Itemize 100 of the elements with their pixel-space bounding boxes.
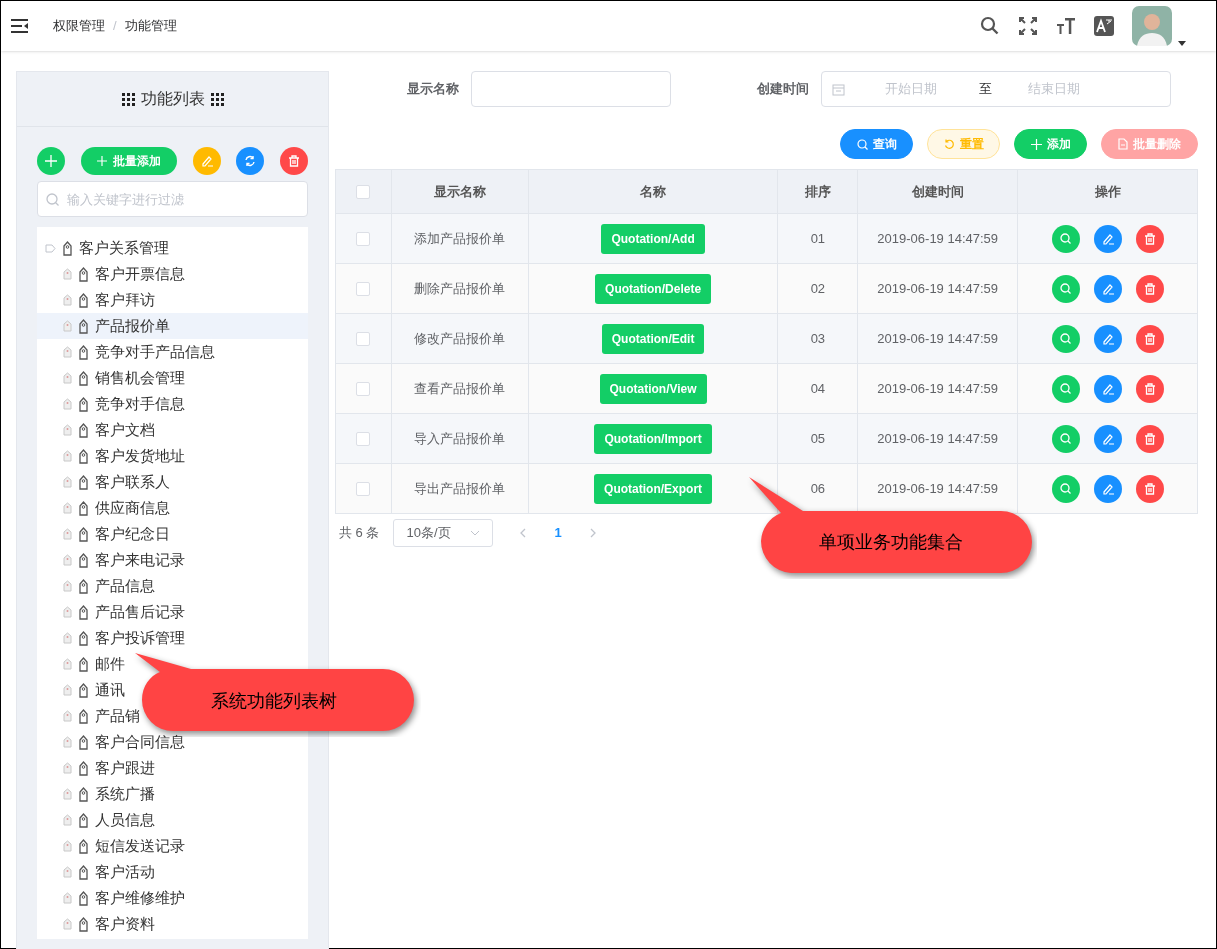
fullscreen-icon[interactable] <box>1018 16 1038 36</box>
filter-field[interactable]: 输入关键字进行过滤 <box>37 181 308 217</box>
tree-node[interactable]: 竞争对手信息 <box>37 391 189 417</box>
view-button[interactable] <box>1051 374 1080 403</box>
small-tag-icon <box>63 606 72 618</box>
table-cell: 2019-06-19 14:47:59 <box>877 330 999 346</box>
select-all-checkbox[interactable] <box>356 184 371 199</box>
row-checkbox[interactable] <box>356 231 371 246</box>
table-cell: 06 <box>810 480 826 496</box>
text-size-icon[interactable] <box>1056 16 1076 36</box>
pencil-icon <box>1101 232 1114 245</box>
edit-button[interactable] <box>1093 374 1122 403</box>
next-page-icon[interactable] <box>589 528 597 538</box>
small-tag-icon <box>63 424 72 436</box>
search-icon <box>1060 333 1072 344</box>
edit-button[interactable] <box>1093 474 1122 503</box>
edit-button[interactable] <box>1093 274 1122 303</box>
date-range-field[interactable]: 开始日期 至 结束日期 <box>821 71 1171 107</box>
plus-icon <box>45 155 57 167</box>
menu-fold-icon[interactable] <box>11 19 29 33</box>
small-tag-icon <box>63 580 72 592</box>
tree-node[interactable]: 客户关系管理 <box>37 235 173 261</box>
edit-button[interactable] <box>1093 324 1122 353</box>
delete-button[interactable] <box>1135 324 1164 353</box>
tree-node[interactable]: 客户纪念日 <box>37 521 174 547</box>
view-button[interactable] <box>1051 424 1080 453</box>
field-label: 显示名称 <box>407 80 459 99</box>
tree-node[interactable]: 客户维修维护 <box>37 885 189 911</box>
view-button[interactable] <box>1051 324 1080 353</box>
add-button[interactable] <box>37 147 65 175</box>
grid-icon <box>121 92 135 106</box>
row-checkbox[interactable] <box>356 281 371 296</box>
delete-button[interactable] <box>1135 424 1164 453</box>
delete-button[interactable] <box>1135 374 1164 403</box>
tree-node[interactable]: 客户合同信息 <box>37 729 189 755</box>
tree-node[interactable]: 客户活动 <box>37 859 159 885</box>
column-header: 显示名称 <box>391 169 529 214</box>
tree-node[interactable]: 产品销 <box>37 703 144 729</box>
tree-node[interactable]: 客户联系人 <box>37 469 174 495</box>
tree-node[interactable]: 人员信息 <box>37 807 159 833</box>
edit-button[interactable] <box>1093 424 1122 453</box>
table-cell: 导入产品报价单 <box>414 430 506 446</box>
tree-node[interactable]: 短信发送记录 <box>37 833 189 859</box>
row-checkbox[interactable] <box>356 331 371 346</box>
tag-icon <box>78 318 89 334</box>
small-tag-icon <box>63 736 72 748</box>
tree-node[interactable]: 供应商信息 <box>37 495 174 521</box>
tree-node[interactable]: 销售机会管理 <box>37 365 189 391</box>
tag-icon <box>78 500 89 516</box>
tree-node[interactable]: 竞争对手产品信息 <box>37 339 219 365</box>
display-name-field[interactable] <box>471 71 671 107</box>
edit-button[interactable] <box>1093 224 1122 253</box>
view-button[interactable] <box>1051 224 1080 253</box>
delete-button[interactable] <box>1135 474 1164 503</box>
row-checkbox[interactable] <box>356 481 371 496</box>
tree-node[interactable]: 客户跟进 <box>37 755 159 781</box>
expand-arrow-icon[interactable] <box>45 242 56 254</box>
small-tag-icon <box>63 762 72 774</box>
page-size-select[interactable]: 10条/页 <box>393 519 494 547</box>
delete-button[interactable] <box>1135 274 1164 303</box>
delete-button[interactable] <box>280 147 308 175</box>
tree-node[interactable]: 客户文档 <box>37 417 159 443</box>
tree-node[interactable]: 客户发货地址 <box>37 443 189 469</box>
search-icon <box>1060 233 1072 244</box>
tag-icon <box>78 370 89 386</box>
column-header: 创建时间 <box>857 169 1018 214</box>
tree-node[interactable]: 通讯 <box>37 677 129 703</box>
pencil-icon <box>1101 382 1114 395</box>
search-icon[interactable] <box>980 16 1000 36</box>
edit-button[interactable] <box>192 147 221 175</box>
row-checkbox[interactable] <box>356 431 371 446</box>
tag-icon <box>62 240 73 256</box>
translate-icon[interactable] <box>1094 16 1114 36</box>
row-checkbox[interactable] <box>356 381 371 396</box>
tree-node[interactable]: 系统广播 <box>37 781 159 807</box>
avatar-icon[interactable] <box>1132 6 1172 46</box>
plus-icon <box>1030 138 1042 150</box>
tag-icon <box>78 448 89 464</box>
table-cell: 05 <box>810 430 826 446</box>
previous-page-icon[interactable] <box>519 528 527 538</box>
start-date-placeholder: 开始日期 <box>885 80 937 99</box>
view-button[interactable] <box>1051 274 1080 303</box>
tree-node[interactable]: 产品报价单 <box>37 313 308 339</box>
tree-node[interactable]: 产品信息 <box>37 573 159 599</box>
name-tag: Quotation/View <box>599 373 707 404</box>
delete-button[interactable] <box>1135 224 1164 253</box>
tag-icon <box>78 292 89 308</box>
grid-icon <box>210 92 224 106</box>
tree-node[interactable]: 客户资料 <box>37 911 159 937</box>
caret-icon[interactable] <box>1178 41 1186 46</box>
tree-node[interactable]: 客户投诉管理 <box>37 625 189 651</box>
tree-node[interactable]: 客户来电记录 <box>37 547 189 573</box>
view-button[interactable] <box>1051 474 1080 503</box>
refresh-button[interactable] <box>236 147 265 175</box>
small-tag-icon <box>63 346 72 358</box>
tree-node[interactable]: 产品售后记录 <box>37 599 189 625</box>
tree-node[interactable]: 客户拜访 <box>37 287 159 313</box>
tree-node[interactable]: 邮件 <box>37 651 129 677</box>
breadcrumb-item[interactable]: 权限管理 <box>53 16 105 36</box>
tree-node[interactable]: 客户开票信息 <box>37 261 189 287</box>
